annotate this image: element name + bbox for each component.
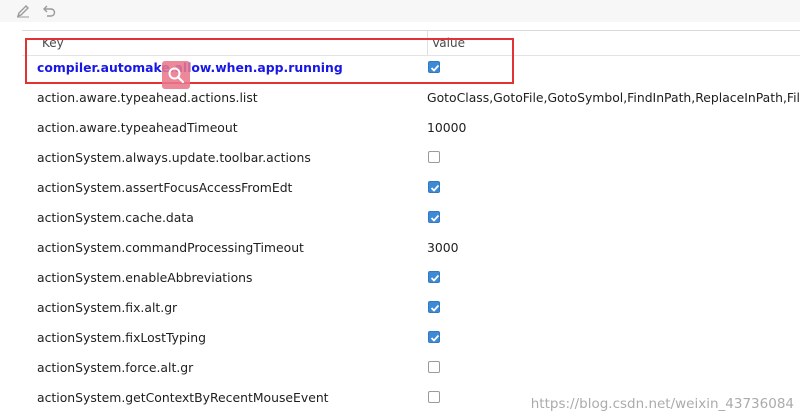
table-row[interactable]: actionSystem.cache.data xyxy=(22,203,800,233)
row-value[interactable]: 10000 xyxy=(427,120,466,135)
checkbox-checked[interactable] xyxy=(428,271,440,283)
table-row[interactable]: actionSystem.fixLostTyping xyxy=(22,323,800,353)
table-row[interactable]: actionSystem.enableAbbreviations xyxy=(22,263,800,293)
row-key: actionSystem.cache.data xyxy=(37,210,194,225)
table-row[interactable]: action.aware.typeahead.actions.list GotoC… xyxy=(22,83,800,113)
row-value[interactable]: GotoClass,GotoFile,GotoSymbol,FindInPath… xyxy=(427,90,800,105)
undo-icon[interactable] xyxy=(40,2,58,20)
column-header-key[interactable]: Key xyxy=(42,36,64,50)
search-icon[interactable] xyxy=(162,61,190,89)
row-key: actionSystem.enableAbbreviations xyxy=(37,270,253,285)
registry-table: Key Value compiler.automake.allow.when.a… xyxy=(22,22,800,418)
table-row[interactable]: actionSystem.force.alt.gr xyxy=(22,353,800,383)
row-key: actionSystem.always.update.toolbar.actio… xyxy=(37,150,311,165)
row-key: actionSystem.getContextByRecentMouseEven… xyxy=(37,390,329,405)
table-row[interactable]: actionSystem.commandProcessingTimeout 300… xyxy=(22,233,800,263)
checkbox-checked[interactable] xyxy=(428,301,440,313)
row-key: actionSystem.fixLostTyping xyxy=(37,330,206,345)
checkbox-checked[interactable] xyxy=(428,211,440,223)
column-header-value[interactable]: Value xyxy=(432,36,465,50)
table-row[interactable]: actionSystem.assertFocusAccessFromEdt xyxy=(22,173,800,203)
row-key: actionSystem.force.alt.gr xyxy=(37,360,194,375)
toolbar xyxy=(0,0,800,22)
pencil-icon[interactable] xyxy=(14,2,32,20)
column-divider[interactable] xyxy=(427,31,428,55)
row-value[interactable]: 3000 xyxy=(427,240,459,255)
checkbox-unchecked[interactable] xyxy=(428,151,440,163)
row-key: actionSystem.assertFocusAccessFromEdt xyxy=(37,180,293,195)
table-row[interactable]: action.aware.typeaheadTimeout 10000 xyxy=(22,113,800,143)
table-row[interactable]: actionSystem.always.update.toolbar.actio… xyxy=(22,143,800,173)
checkbox-checked[interactable] xyxy=(428,331,440,343)
table-row[interactable]: actionSystem.fix.alt.gr xyxy=(22,293,800,323)
checkbox-checked[interactable] xyxy=(428,61,440,73)
row-key: actionSystem.commandProcessingTimeout xyxy=(37,240,304,255)
table-row[interactable]: compiler.automake.allow.when.app.running xyxy=(22,53,800,83)
checkbox-unchecked[interactable] xyxy=(428,391,440,403)
row-key: action.aware.typeahead.actions.list xyxy=(37,90,258,105)
row-key: actionSystem.fix.alt.gr xyxy=(37,300,178,315)
checkbox-checked[interactable] xyxy=(428,181,440,193)
watermark: https://blog.csdn.net/weixin_43736084 xyxy=(530,396,794,412)
checkbox-unchecked[interactable] xyxy=(428,361,440,373)
row-key: action.aware.typeaheadTimeout xyxy=(37,120,238,135)
